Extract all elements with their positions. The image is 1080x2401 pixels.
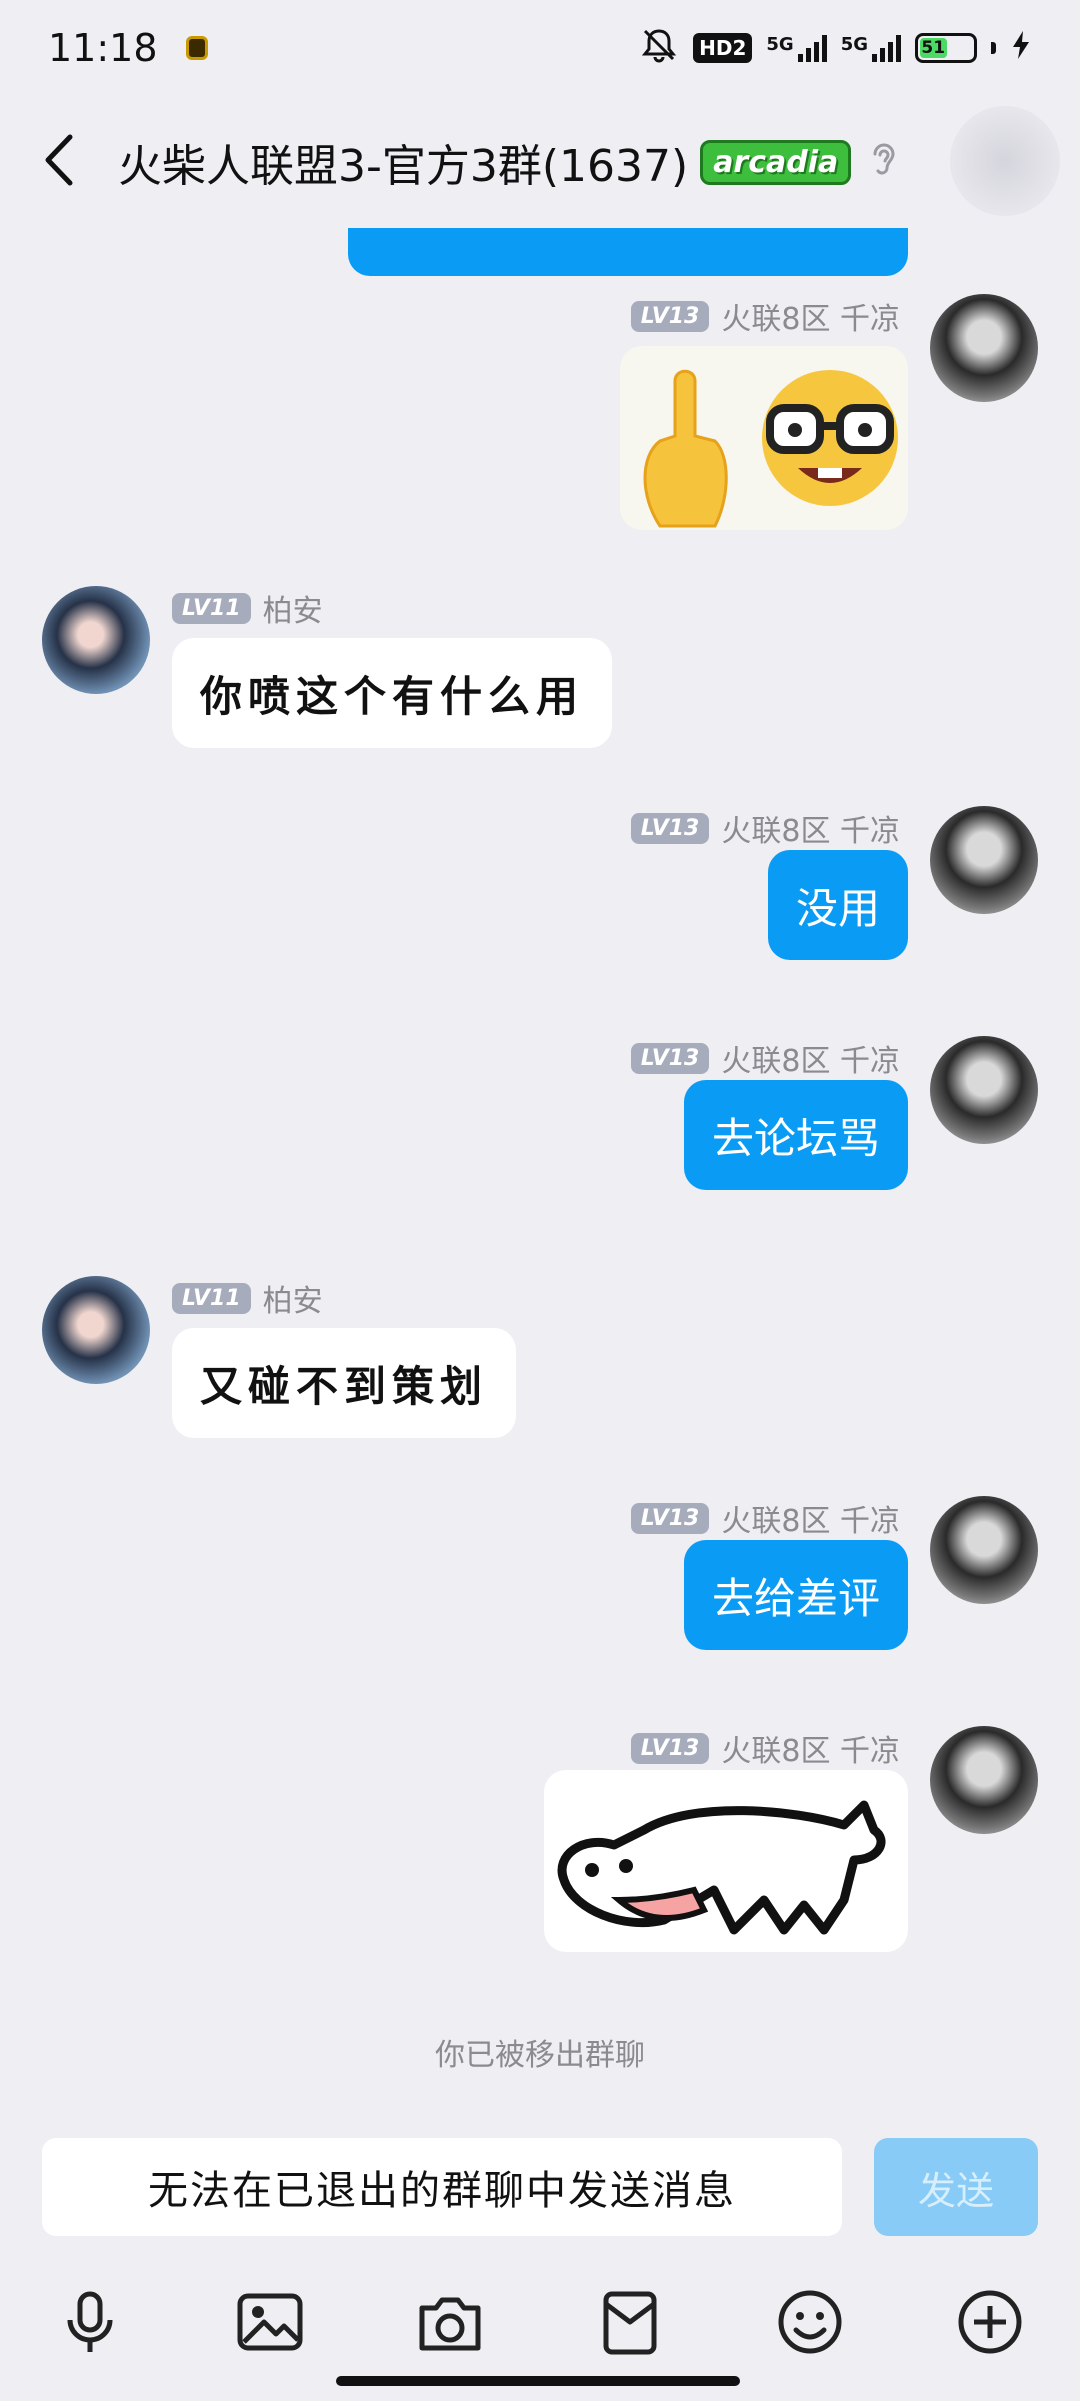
message-meta: LV13 火联8区 千凉 <box>630 1036 900 1080</box>
ear-icon[interactable] <box>869 140 899 184</box>
finger-nerd-emoji-icon <box>643 369 898 528</box>
mute-bell-icon <box>639 25 679 71</box>
status-indicators: HD2 5G 5G 51 <box>639 25 1032 71</box>
avatar[interactable] <box>42 1276 150 1384</box>
level-badge: LV13 <box>630 1732 710 1764</box>
message-meta: LV13 火联8区 千凉 <box>630 806 900 850</box>
status-bar: 11:18 HD2 5G 5G 51 <box>0 0 1080 96</box>
app-notification-icon <box>185 36 208 60</box>
sender-name: 火联8区 千凉 <box>721 814 900 849</box>
sender-name: 柏安 <box>262 1284 323 1319</box>
level-badge: LV11 <box>172 1282 251 1314</box>
system-notice: 你已被移出群聊 <box>435 2038 645 2073</box>
previous-message-bubble[interactable] <box>348 228 908 276</box>
status-time: 11:18 <box>48 26 158 70</box>
battery-cap <box>991 42 996 54</box>
hd-voice-badge: HD2 <box>693 33 753 63</box>
image-message-sticker[interactable] <box>544 1770 908 1952</box>
message-bubble[interactable]: 你喷这个有什么用 <box>172 638 613 748</box>
red-packet-icon[interactable] <box>594 2286 666 2358</box>
camera-icon[interactable] <box>414 2286 486 2358</box>
microphone-icon[interactable] <box>54 2286 126 2358</box>
sender-name: 柏安 <box>262 594 323 629</box>
image-icon[interactable] <box>234 2286 306 2358</box>
avatar[interactable] <box>930 1496 1038 1604</box>
emoji-icon[interactable] <box>774 2286 846 2358</box>
sender-name: 火联8区 千凉 <box>721 1044 900 1079</box>
message-meta: LV11 柏安 <box>172 1276 323 1320</box>
avatar[interactable] <box>930 294 1038 402</box>
level-badge: LV13 <box>630 1042 710 1074</box>
avatar[interactable] <box>930 1036 1038 1144</box>
group-badge: arcadia <box>700 139 852 185</box>
message-meta: LV13 火联8区 千凉 <box>630 294 900 338</box>
cat-sticker-icon <box>557 1800 886 1935</box>
home-indicator[interactable] <box>336 2376 740 2386</box>
plus-icon[interactable] <box>954 2286 1026 2358</box>
sender-name: 火联8区 千凉 <box>721 1504 900 1539</box>
level-badge: LV13 <box>630 812 710 844</box>
back-arrow-icon[interactable] <box>40 131 78 193</box>
image-message-emoji[interactable] <box>620 346 908 530</box>
chat-header: 火柴人联盟3-官方3群(1637) arcadia <box>0 96 1080 228</box>
message-bubble[interactable]: 去给差评 <box>683 1540 908 1650</box>
sender-name: 火联8区 千凉 <box>721 1734 900 1769</box>
avatar[interactable] <box>930 1726 1038 1834</box>
level-badge: LV13 <box>630 1502 710 1534</box>
message-meta: LV13 火联8区 千凉 <box>630 1726 900 1770</box>
signal-icon: 5G <box>766 34 827 62</box>
message-input[interactable]: 无法在已退出的群聊中发送消息 <box>42 2138 842 2236</box>
message-meta: LV13 火联8区 千凉 <box>630 1496 900 1540</box>
sender-name: 火联8区 千凉 <box>721 302 900 337</box>
avatar[interactable] <box>42 586 150 694</box>
input-toolbar <box>0 2286 1080 2366</box>
message-bubble[interactable]: 又碰不到策划 <box>172 1328 517 1438</box>
message-list[interactable]: LV13 火联8区 千凉 LV11 柏安 你喷这个有什么用 LV13 火联8区 … <box>0 228 1080 2120</box>
avatar[interactable] <box>930 806 1038 914</box>
charging-bolt-icon <box>1010 30 1032 66</box>
message-bubble[interactable]: 去论坛骂 <box>683 1080 908 1190</box>
more-menu-button[interactable] <box>950 106 1060 216</box>
message-meta: LV11 柏安 <box>172 586 323 630</box>
send-button[interactable]: 发送 <box>874 2138 1038 2236</box>
chat-title[interactable]: 火柴人联盟3-官方3群(1637) <box>118 130 688 194</box>
level-badge: LV13 <box>630 300 710 332</box>
signal-icon-2: 5G <box>841 34 901 62</box>
battery-icon: 51 <box>915 33 977 63</box>
level-badge: LV11 <box>172 592 251 624</box>
input-area: 无法在已退出的群聊中发送消息 发送 <box>0 2120 1080 2401</box>
message-bubble[interactable]: 没用 <box>767 850 908 960</box>
